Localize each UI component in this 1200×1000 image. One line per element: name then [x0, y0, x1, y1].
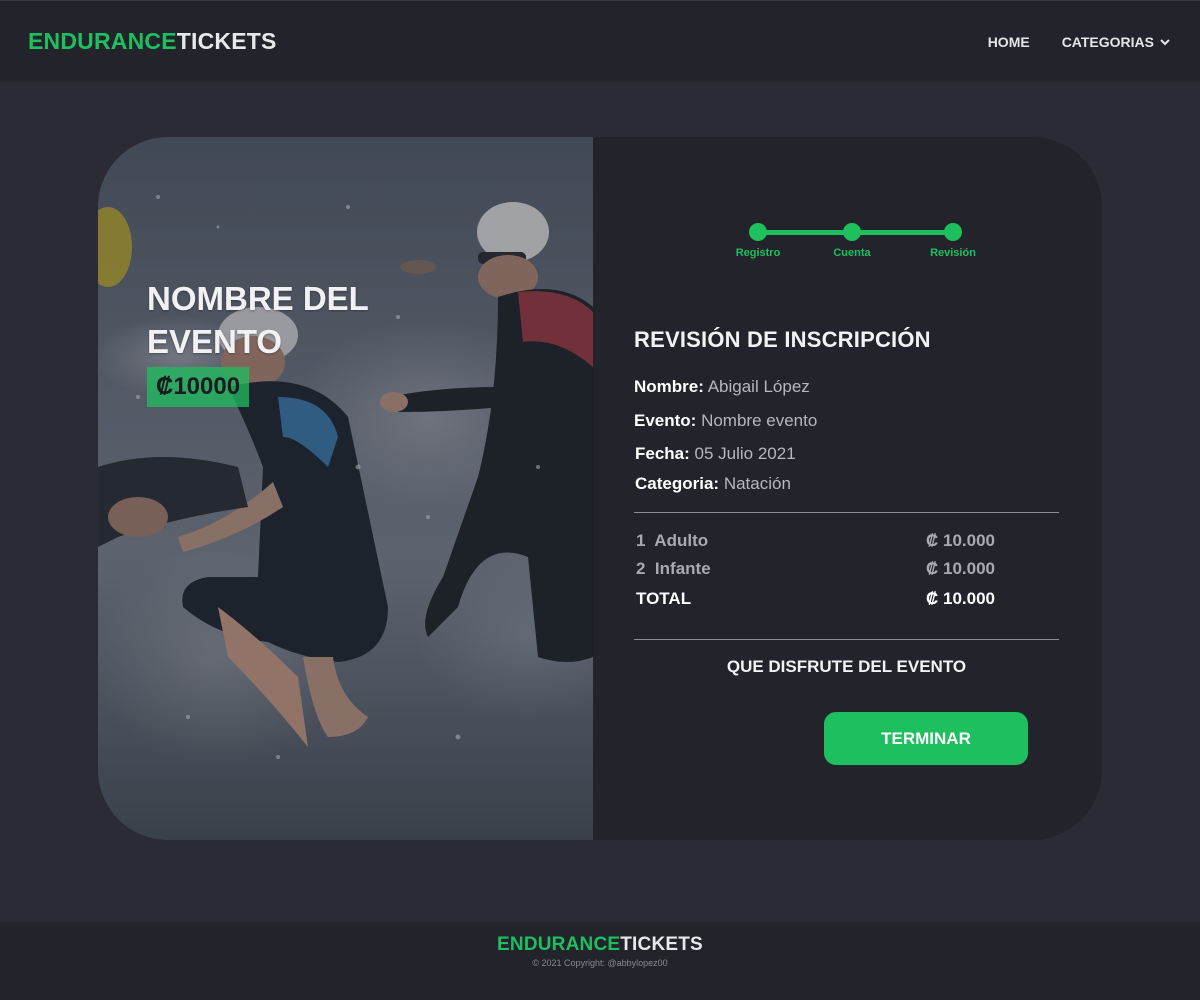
- step-label: Cuenta: [833, 247, 871, 259]
- category-label: Categoria:: [635, 474, 720, 493]
- step-label: Registro: [735, 247, 781, 259]
- brand-part-endurance: ENDURANCE: [497, 934, 621, 955]
- date-label: Fecha:: [635, 444, 690, 463]
- line-item-child: 2 Infante ₡ 10.000: [636, 559, 1016, 579]
- category-value: Natación: [723, 474, 791, 493]
- name-value: Abigail López: [707, 377, 810, 396]
- top-navbar: ENDURANCETICKETS HOME CATEGORIAS: [0, 0, 1200, 82]
- name-label: Nombre:: [634, 377, 704, 396]
- step-cuenta: Cuenta: [822, 223, 882, 259]
- event-title: NOMBRE DEL EVENTO: [147, 280, 369, 360]
- divider-top: [634, 512, 1059, 513]
- event-price-badge: ₡10000: [147, 367, 250, 407]
- nav-links: HOME CATEGORIAS: [988, 34, 1170, 50]
- category-info: Categoria: Natación: [635, 474, 791, 494]
- step-dot: [843, 223, 861, 241]
- nav-home-link[interactable]: HOME: [988, 34, 1030, 50]
- date-value: 05 Julio 2021: [694, 444, 796, 463]
- total-label: TOTAL: [636, 589, 692, 608]
- line-item-desc: 2 Infante: [636, 559, 711, 579]
- brand-logo[interactable]: ENDURANCETICKETS: [28, 28, 277, 55]
- line-item-adult: 1 Adulto ₡ 10.000: [636, 531, 1016, 551]
- step-label: Revisión: [930, 247, 976, 259]
- line-item-amount: ₡ 10.000: [926, 559, 995, 578]
- brand-part-tickets: TICKETS: [620, 934, 703, 955]
- name-info: Nombre: Abigail López: [634, 377, 810, 397]
- event-label: Evento:: [634, 411, 697, 430]
- site-footer: ENDURANCETICKETS © 2021 Copyright: @abby…: [0, 922, 1200, 1000]
- step-revision: Revisión: [923, 223, 983, 259]
- line-item-amount: ₡ 10.000: [926, 531, 995, 550]
- copyright-text: © 2021 Copyright: @abbylopez00: [532, 958, 668, 968]
- date-info: Fecha: 05 Julio 2021: [635, 444, 796, 464]
- chevron-down-icon: [1160, 38, 1170, 45]
- line-item-qty: 2: [636, 559, 646, 578]
- event-value: Nombre evento: [701, 411, 818, 430]
- nav-categories-dropdown[interactable]: CATEGORIAS: [1062, 34, 1170, 50]
- step-dot: [749, 223, 767, 241]
- photo-dim-overlay: [98, 137, 593, 840]
- finish-button[interactable]: TERMINAR: [824, 712, 1028, 765]
- divider-bottom: [634, 639, 1059, 640]
- step-registro: Registro: [728, 223, 788, 259]
- registration-review-card: NOMBRE DEL EVENTO ₡10000 Registro Cuenta…: [98, 137, 1102, 840]
- step-dot: [944, 223, 962, 241]
- progress-stepper: Registro Cuenta Revisión: [736, 223, 978, 272]
- review-heading: REVISIÓN DE INSCRIPCIÓN: [634, 327, 931, 352]
- total-amount: ₡ 10.000: [926, 589, 995, 608]
- line-item-label: Adulto: [654, 531, 709, 550]
- line-item-desc: 1 Adulto: [636, 531, 708, 551]
- thanks-message: QUE DISFRUTE DEL EVENTO: [726, 657, 967, 676]
- line-item-qty: 1: [636, 531, 646, 550]
- event-info: Evento: Nombre evento: [634, 411, 817, 431]
- brand-part-tickets: TICKETS: [176, 28, 277, 54]
- review-section: REVISIÓN DE INSCRIPCIÓN Nombre: Abigail …: [634, 327, 1059, 765]
- event-photo: NOMBRE DEL EVENTO ₡10000: [98, 137, 593, 840]
- line-item-label: Infante: [654, 559, 711, 578]
- brand-part-endurance: ENDURANCE: [28, 28, 177, 54]
- nav-categories-label: CATEGORIAS: [1061, 33, 1154, 50]
- footer-brand-logo[interactable]: ENDURANCETICKETS: [0, 934, 1200, 956]
- total-row: TOTAL ₡ 10.000: [636, 589, 1016, 609]
